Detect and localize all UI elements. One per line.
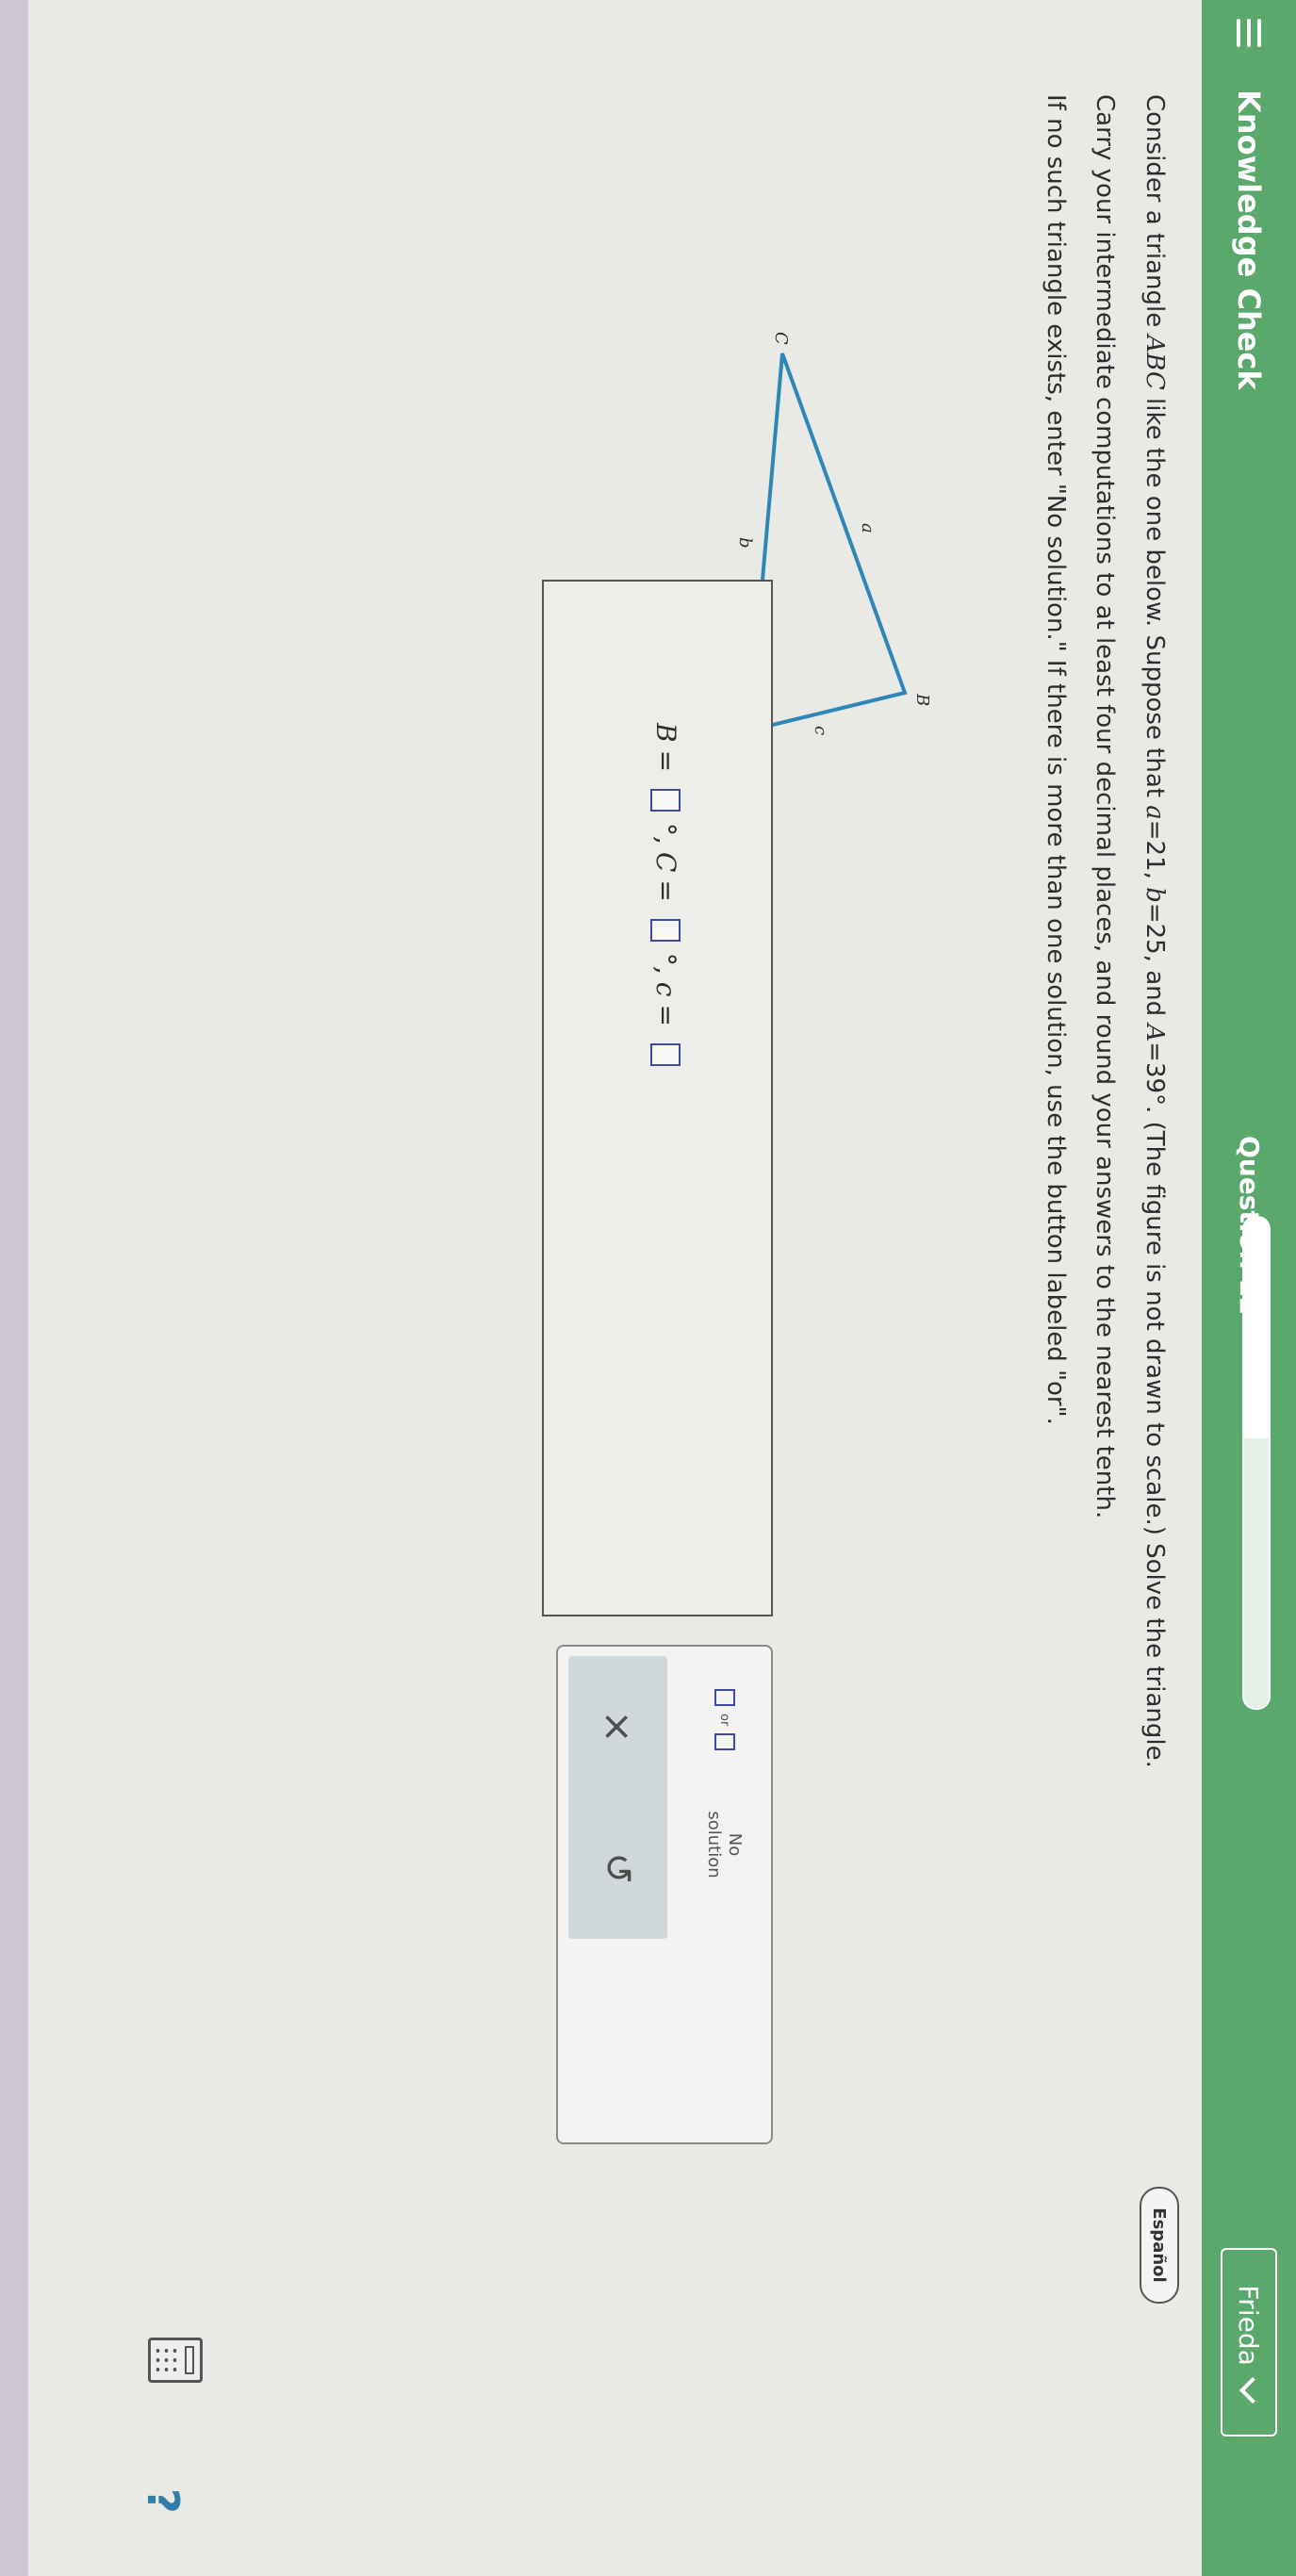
box-icon bbox=[714, 1689, 735, 1706]
app-title: Knowledge Check bbox=[1231, 90, 1267, 390]
equals-sign: = bbox=[650, 749, 681, 773]
user-menu-button[interactable]: Frieda bbox=[1221, 2248, 1277, 2437]
instructions-rounding: Carry your intermediate computations to … bbox=[1091, 94, 1119, 1519]
undo-icon: ↺ bbox=[596, 1852, 640, 1884]
side-label-c: c bbox=[811, 726, 830, 735]
or-label: or bbox=[717, 1714, 732, 1727]
equals-sign: = bbox=[650, 1004, 681, 1026]
answer-keypad: or No solution × ↺ bbox=[556, 1645, 773, 2144]
instructions-no-solution: If no such triangle exists, enter "No so… bbox=[1042, 94, 1070, 1425]
calculator-icon[interactable] bbox=[148, 2338, 203, 2383]
close-icon: × bbox=[595, 1710, 641, 1744]
top-bar: Knowledge Check Question 12 Frieda bbox=[1202, 0, 1296, 2576]
equals-sign: = bbox=[650, 879, 681, 902]
answer-label-B: B bbox=[650, 723, 681, 743]
side-c-input[interactable] bbox=[650, 1042, 681, 1066]
menu-icon[interactable] bbox=[1202, 0, 1296, 66]
side-label-a: a bbox=[858, 523, 878, 533]
undo-button[interactable]: ↺ bbox=[568, 1812, 667, 1925]
degree-separator: °, bbox=[650, 823, 681, 845]
keypad-action-bar: × ↺ bbox=[568, 1656, 667, 1939]
user-name: Frieda bbox=[1233, 2285, 1265, 2366]
progress-fill bbox=[1244, 1218, 1269, 1438]
clear-button[interactable]: × bbox=[568, 1670, 667, 1783]
box-icon bbox=[714, 1733, 735, 1751]
progress-bar bbox=[1242, 1216, 1271, 1710]
side-label-b: b bbox=[735, 537, 755, 549]
degree-separator: °, bbox=[650, 952, 681, 975]
angle-C-input[interactable] bbox=[650, 918, 681, 942]
screen: Knowledge Check Question 12 Frieda Españ… bbox=[0, 0, 1296, 2576]
answer-row: B = °, C = °, c = bbox=[650, 723, 681, 1075]
language-toggle-button[interactable]: Español bbox=[1140, 2187, 1179, 2304]
chevron-down-icon bbox=[1239, 2376, 1267, 2404]
vertex-label-c: C bbox=[771, 332, 791, 345]
answer-label-c: c bbox=[650, 981, 681, 997]
answer-label-C: C bbox=[650, 851, 681, 873]
page-edge bbox=[0, 0, 28, 2576]
help-icon[interactable]: ? bbox=[138, 2488, 189, 2514]
angle-B-input[interactable] bbox=[650, 789, 681, 812]
no-solution-button[interactable]: No solution bbox=[703, 1802, 745, 1887]
answer-area: B = °, C = °, c = bbox=[542, 580, 773, 1616]
or-button[interactable]: or bbox=[714, 1689, 735, 1751]
vertex-label-b: B bbox=[912, 693, 932, 706]
problem-statement: Consider a triangle ABC like the one bel… bbox=[1140, 94, 1169, 1768]
